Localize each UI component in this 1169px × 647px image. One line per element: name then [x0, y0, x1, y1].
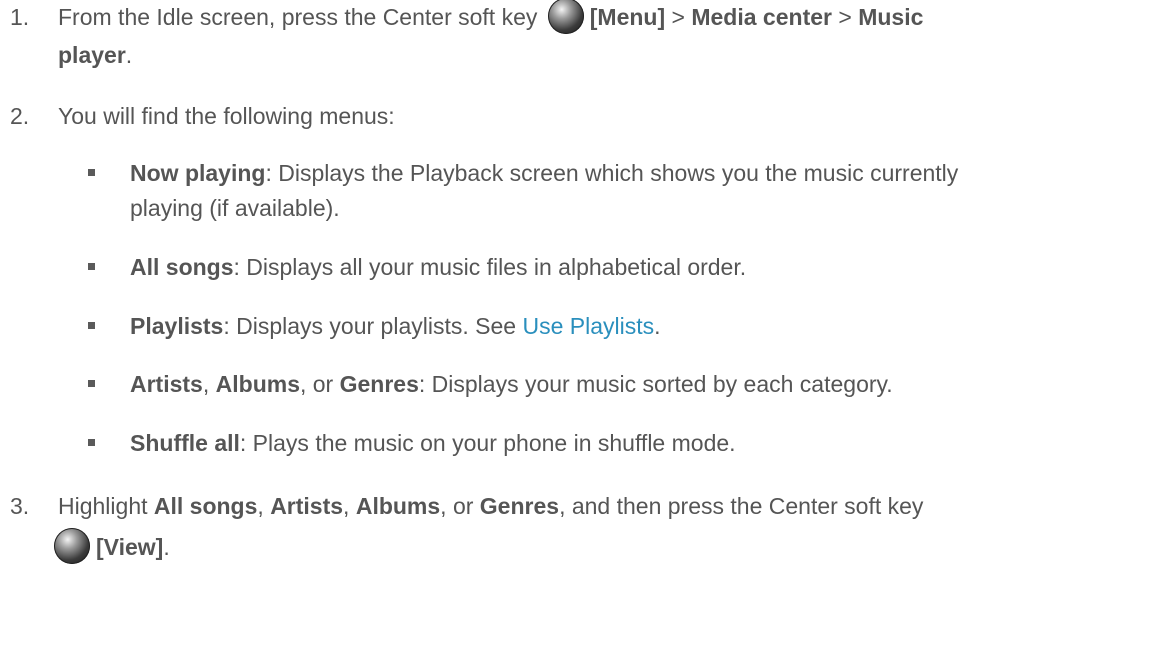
bullet-line: All songs: Displays all your music files…: [130, 249, 1109, 285]
bullet-description: : Plays the music on your phone in shuff…: [239, 430, 736, 456]
step-number: 3.: [10, 493, 30, 519]
step-3-line-1: Highlight All songs, Artists, Albums, or…: [58, 487, 1109, 525]
step-2-text: You will find the following menus:: [58, 103, 395, 129]
bullet-term: Shuffle all: [130, 430, 240, 456]
separator: , or: [440, 493, 480, 519]
separator: ,: [257, 493, 271, 519]
separator: ,: [343, 493, 356, 519]
bullet-line-1: Now playing: Displays the Playback scree…: [130, 155, 1109, 191]
step-number: 2.: [10, 103, 30, 129]
separator: >: [671, 4, 685, 30]
view-key-label: [View]: [96, 534, 164, 560]
separator: , or: [299, 371, 340, 397]
artists-label: Artists: [270, 493, 344, 519]
bullet-term: Playlists: [130, 313, 224, 339]
step-1-line-1: From the Idle screen, press the Center s…: [58, 0, 1109, 37]
bullet-term-genres: Genres: [339, 371, 419, 397]
instruction-page: 1. From the Idle screen, press the Cente…: [0, 0, 1169, 647]
separator: ,: [202, 371, 216, 397]
media-center-label: Media center: [691, 4, 832, 30]
step-3-text: Highlight: [58, 493, 154, 519]
bullet-line: Artists, Albums, or Genres: Displays you…: [130, 366, 1109, 402]
bullet-term-albums: Albums: [215, 371, 300, 397]
period: .: [163, 534, 170, 560]
bullet-marker-icon: [88, 322, 95, 329]
all-songs-label: All songs: [153, 493, 258, 519]
bullet-description: : Displays the Playback screen which sho…: [265, 160, 959, 186]
bullet-line: Shuffle all: Plays the music on your pho…: [130, 425, 1109, 461]
separator: >: [838, 4, 852, 30]
bullet-description: : Displays your music sorted by each cat…: [418, 371, 893, 397]
center-soft-key-icon: [547, 0, 584, 34]
genres-label: Genres: [479, 493, 560, 519]
period: .: [125, 42, 133, 68]
bullet-marker-icon: [88, 169, 95, 176]
albums-label: Albums: [355, 493, 441, 519]
bullet-marker-icon: [88, 439, 95, 446]
step-3-text-end: , and then press the Center soft key: [559, 493, 924, 519]
bullet-term-artists: Artists: [130, 371, 203, 397]
bullet-marker-icon: [88, 380, 95, 387]
step-3-line-2: [View].: [54, 527, 1109, 567]
bullet-term: Now playing: [130, 160, 266, 186]
use-playlists-link[interactable]: Use Playlists: [522, 313, 654, 339]
menu-key-label: [Menu]: [589, 4, 666, 30]
step-1-prefix: From the Idle screen, press the Center s…: [58, 4, 538, 30]
bullet-marker-icon: [88, 263, 95, 270]
music-label: Music: [858, 4, 924, 30]
period: .: [654, 313, 661, 339]
player-label: player: [58, 42, 126, 68]
bullet-line-2: playing (if available).: [130, 195, 340, 221]
bullet-description: : Displays your playlists. See: [223, 313, 523, 339]
step-number: 1.: [10, 4, 30, 30]
bullet-line: Playlists: Displays your playlists. See …: [130, 308, 1109, 344]
bullet-term: All songs: [130, 254, 234, 280]
step-1-line-2: player.: [58, 36, 1109, 74]
bullet-description: : Displays all your music files in alpha…: [233, 254, 747, 280]
center-soft-key-icon: [54, 527, 90, 564]
